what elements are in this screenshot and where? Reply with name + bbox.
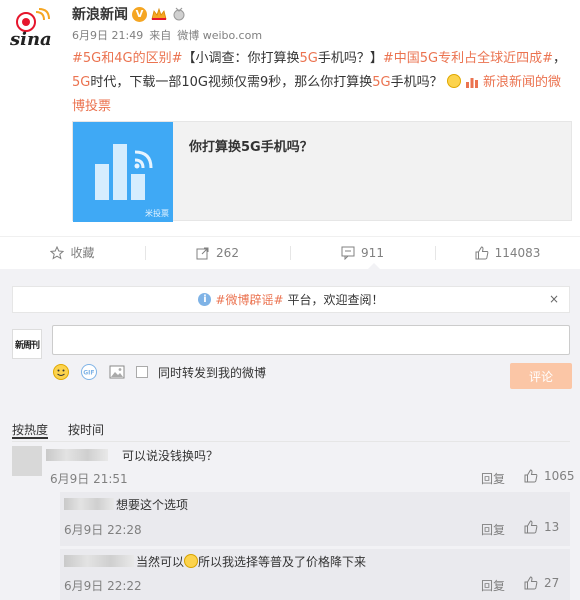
thumbs-up-icon [524, 576, 538, 590]
comment-text: 想要这个选项 [116, 498, 189, 512]
comment-time: 6月9日 21:51 [50, 472, 128, 486]
survey-5g: 5G [299, 51, 318, 66]
vote-card[interactable]: 米投票 你打算换5G手机吗？ [72, 121, 572, 222]
svg-text:sina: sina [9, 29, 52, 48]
reply-button[interactable]: 回复 [481, 577, 505, 594]
sina-logo-avatar[interactable]: sina [6, 6, 62, 48]
comment-like-button[interactable]: 13 [524, 520, 559, 534]
vote-title[interactable]: 你打算换5G手机吗？ [189, 136, 313, 155]
comment-text: 当然可以 所以我选择等普及了价格降下来 [136, 553, 366, 570]
body-text: 时代，下载一部10G视频仅需9秒，那么你打算换 [90, 75, 373, 90]
close-icon[interactable]: × [549, 292, 559, 306]
comment-text-part: 当然可以 [136, 555, 185, 569]
repost-checkbox[interactable] [136, 366, 148, 378]
comment-time: 6月9日 22:22 [64, 579, 142, 593]
weibo-post: sina 新浪新闻 V 6月9日 21:49 来自 微博 weibo.com #… [0, 0, 580, 236]
reply-button[interactable]: 回复 [481, 521, 505, 538]
comment-like-count: 27 [544, 576, 560, 590]
body-5g: 5G [72, 75, 91, 90]
sep: ， [553, 51, 567, 66]
body-5g-2: 5G [372, 75, 391, 90]
comment-tools: GIF 同时转发到我的微博 [52, 362, 266, 382]
comment-count: 911 [361, 245, 384, 260]
forward-button[interactable]: 262 [145, 237, 290, 268]
sort-tabs: 按热度 按时间 [12, 421, 104, 439]
medal-badge-icon[interactable] [171, 7, 187, 21]
thumbs-up-icon [524, 469, 538, 483]
comment-input[interactable] [52, 325, 570, 355]
svg-text:GIF: GIF [83, 370, 94, 377]
thumbs-up-icon [475, 245, 488, 259]
forward-count: 262 [216, 245, 239, 260]
verified-v-icon[interactable]: V [132, 6, 147, 22]
rumor-notice: i #微博辟谣# 平台，欢迎查阅！ × [12, 286, 570, 313]
emoji-icon[interactable] [52, 363, 70, 381]
my-avatar[interactable]: 新周刊 [12, 329, 42, 359]
like-button[interactable]: 114083 [435, 237, 580, 268]
favorite-label: 收藏 [70, 246, 95, 260]
crown-badge-icon[interactable] [151, 7, 167, 21]
action-bar: 收藏 262 911 114083 [0, 236, 580, 268]
comment-button[interactable]: 911 [290, 237, 435, 268]
vote-chart-icon [465, 78, 478, 88]
smile-emoji-icon [446, 74, 461, 88]
thumbs-up-icon [524, 520, 538, 534]
image-icon[interactable] [108, 363, 126, 381]
favorite-button[interactable]: 收藏 [0, 237, 145, 268]
submit-comment-button[interactable]: 评论 [510, 363, 572, 389]
laugh-emoji-icon [184, 554, 199, 568]
comment-avatar[interactable] [12, 446, 42, 476]
gif-icon[interactable]: GIF [80, 363, 98, 381]
comment-like-count: 13 [544, 520, 560, 534]
vote-brand: 米投票 [145, 209, 169, 218]
star-icon [50, 245, 65, 260]
body-end: 手机吗？ [390, 75, 443, 90]
comment-area: i #微博辟谣# 平台，欢迎查阅！ × 新周刊 GIF 同时转发到我的微博 评论… [0, 269, 580, 600]
repost-label[interactable]: 同时转发到我的微博 [158, 364, 266, 381]
survey-end: 手机吗？】 [317, 51, 383, 66]
comment-text: 可以说没钱换吗？ [122, 449, 219, 463]
vote-thumbnail: 米投票 [73, 122, 173, 222]
comment-like-count: 1065 [544, 469, 575, 483]
post-date[interactable]: 6月9日 21:49 [72, 27, 143, 43]
sort-hot-tab[interactable]: 按热度 [12, 421, 49, 439]
topic-link-5g-patent[interactable]: #中国5G专利占全球近四成# [383, 51, 553, 66]
comment-like-button[interactable]: 27 [524, 576, 559, 590]
sort-time-tab[interactable]: 按时间 [68, 421, 104, 439]
commenter-name-blurred[interactable] [46, 449, 108, 461]
topic-link-5g-4g[interactable]: #5G和4G的区别# [72, 51, 182, 66]
author-name[interactable]: 新浪新闻 [72, 4, 128, 24]
rumor-topic-link[interactable]: #微博辟谣# [215, 291, 283, 308]
source-prefix: 来自 [149, 29, 172, 42]
bar-chart-wifi-icon [95, 144, 153, 200]
comment-icon [341, 246, 355, 260]
post-source[interactable]: 微博 weibo.com [177, 27, 262, 43]
info-icon: i [198, 293, 212, 306]
survey-text: 【小调查：你打算换 [182, 51, 300, 66]
comment-like-button[interactable]: 1065 [524, 469, 575, 483]
post-text: #5G和4G的区别#【小调查：你打算换5G手机吗？】#中国5G专利占全球近四成#… [72, 47, 572, 119]
notice-text: 平台，欢迎查阅！ [287, 293, 384, 307]
commenter-name-blurred[interactable] [64, 498, 114, 510]
forward-icon [196, 247, 209, 259]
comment-time: 6月9日 22:28 [64, 523, 142, 537]
commenter-name-blurred[interactable] [64, 555, 134, 567]
reply-button[interactable]: 回复 [481, 470, 505, 487]
post-meta: 6月9日 21:49 来自 微博 weibo.com [72, 27, 262, 43]
divider [12, 441, 570, 442]
comment-text-part: 所以我选择等普及了价格降下来 [198, 555, 367, 569]
like-count: 114083 [494, 245, 541, 260]
